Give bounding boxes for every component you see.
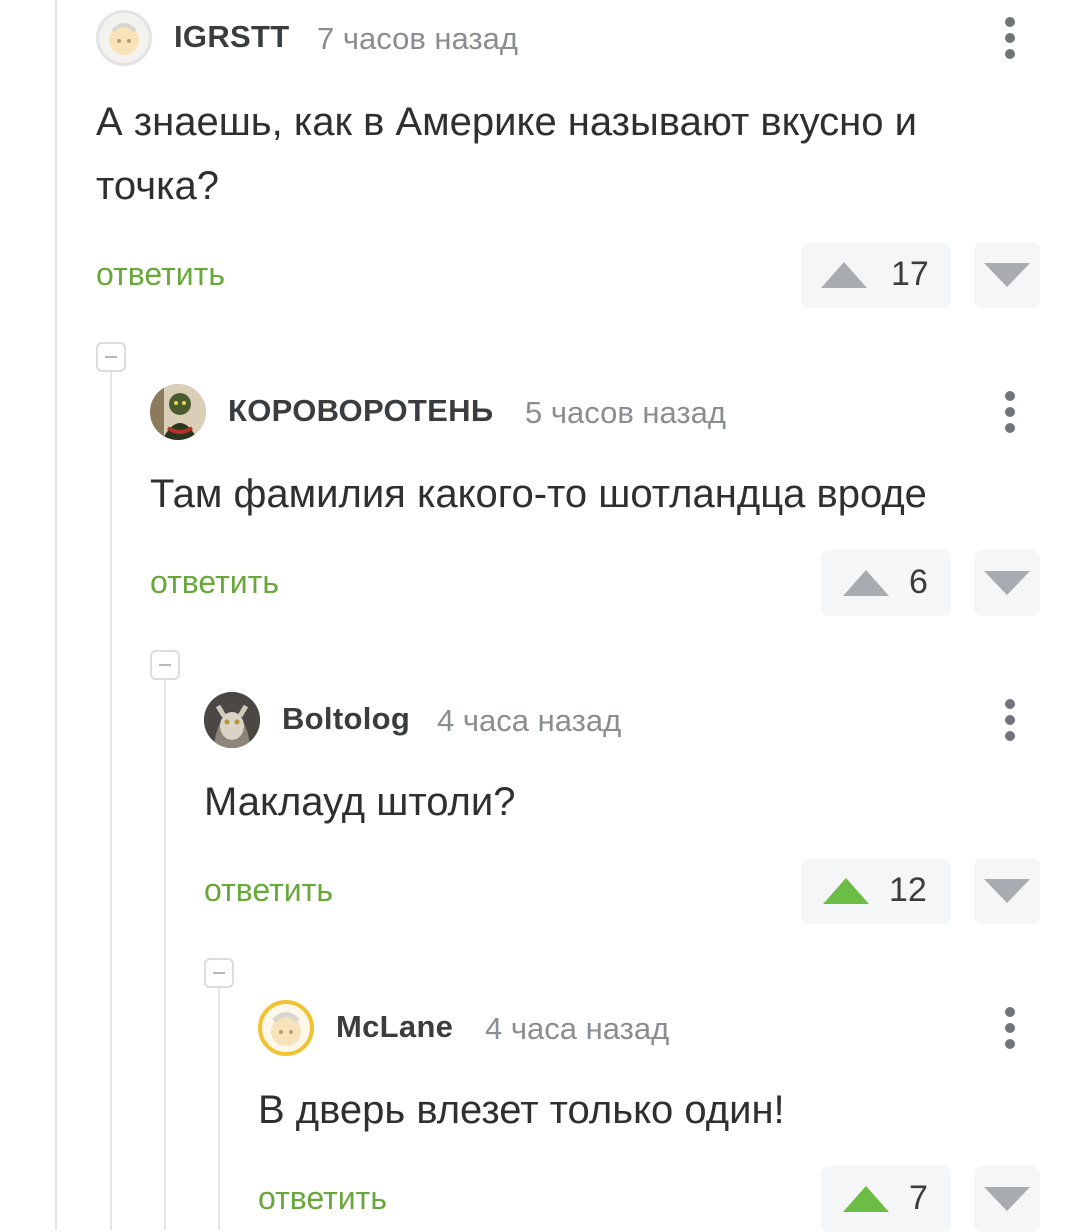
rating-value: 12: [889, 871, 927, 909]
reply-link[interactable]: ответить: [258, 1180, 387, 1217]
user-avatar[interactable]: [96, 10, 152, 66]
more-options-icon[interactable]: [1000, 696, 1020, 744]
user-avatar[interactable]: [150, 384, 206, 440]
arrow-up-icon: [843, 570, 889, 596]
more-options-icon[interactable]: [1000, 1004, 1020, 1052]
comment-header: КОРОВОРОТЕНЬ 5 часов назад: [150, 384, 1040, 440]
comment: McLane 4 часа назад В дверь влезет тольк…: [258, 1000, 1040, 1232]
thread-line-level-2: [164, 680, 166, 1230]
downvote-button[interactable]: [974, 858, 1040, 924]
downvote-button[interactable]: [974, 550, 1040, 616]
comment-time: 4 часа назад: [437, 703, 622, 738]
thread-line-root: [55, 0, 57, 1230]
rating-value: 6: [909, 563, 928, 601]
user-avatar[interactable]: [204, 692, 260, 748]
comment-text: Маклауд штоли?: [204, 780, 516, 824]
reply-link[interactable]: ответить: [96, 256, 225, 293]
comment-header: Boltolog 4 часа назад: [204, 692, 1040, 748]
comment-author[interactable]: McLane: [336, 1009, 453, 1045]
arrow-up-icon: [843, 1186, 889, 1212]
reply-link[interactable]: ответить: [204, 872, 333, 909]
comment-header: McLane 4 часа назад: [258, 1000, 1040, 1056]
comment: КОРОВОРОТЕНЬ 5 часов назад Там фамилия к…: [150, 384, 1040, 616]
comment-header: IGRSTT 7 часов назад: [96, 10, 1040, 66]
comment-time: 5 часов назад: [525, 395, 726, 430]
arrow-down-icon: [984, 263, 1030, 287]
downvote-button[interactable]: [974, 1166, 1040, 1232]
collapse-thread-button[interactable]: [96, 342, 126, 372]
user-avatar[interactable]: [258, 1000, 314, 1056]
comment-author[interactable]: Boltolog: [282, 701, 410, 737]
comment-text: А знаешь, как в Америке называют вкусно …: [96, 100, 917, 208]
comment-time: 4 часа назад: [485, 1011, 670, 1046]
upvote-button[interactable]: 17: [801, 242, 951, 308]
reply-link[interactable]: ответить: [150, 564, 279, 601]
downvote-button[interactable]: [974, 242, 1040, 308]
more-options-icon[interactable]: [1000, 14, 1020, 62]
upvote-button[interactable]: 6: [821, 550, 951, 616]
more-options-icon[interactable]: [1000, 388, 1020, 436]
arrow-up-icon: [823, 878, 869, 904]
collapse-thread-button[interactable]: [150, 650, 180, 680]
upvote-button[interactable]: 12: [801, 858, 951, 924]
collapse-thread-button[interactable]: [204, 958, 234, 988]
arrow-down-icon: [984, 1187, 1030, 1211]
comment-text: Там фамилия какого-то шотландца вроде: [150, 472, 927, 516]
arrow-down-icon: [984, 571, 1030, 595]
arrow-down-icon: [984, 879, 1030, 903]
arrow-up-icon: [821, 262, 867, 288]
thread-line-level-1: [110, 372, 112, 1230]
rating-value: 7: [909, 1179, 928, 1217]
comment: IGRSTT 7 часов назад А знаешь, как в Аме…: [96, 10, 1040, 310]
thread-line-level-3: [218, 988, 220, 1230]
upvote-button[interactable]: 7: [821, 1166, 951, 1232]
comment-time: 7 часов назад: [317, 21, 518, 56]
comment-author[interactable]: IGRSTT: [174, 19, 289, 55]
comment-text: В дверь влезет только один!: [258, 1088, 785, 1132]
comment: Boltolog 4 часа назад Маклауд штоли? отв…: [204, 692, 1040, 924]
comment-author[interactable]: КОРОВОРОТЕНЬ: [228, 393, 493, 429]
rating-value: 17: [891, 255, 929, 293]
